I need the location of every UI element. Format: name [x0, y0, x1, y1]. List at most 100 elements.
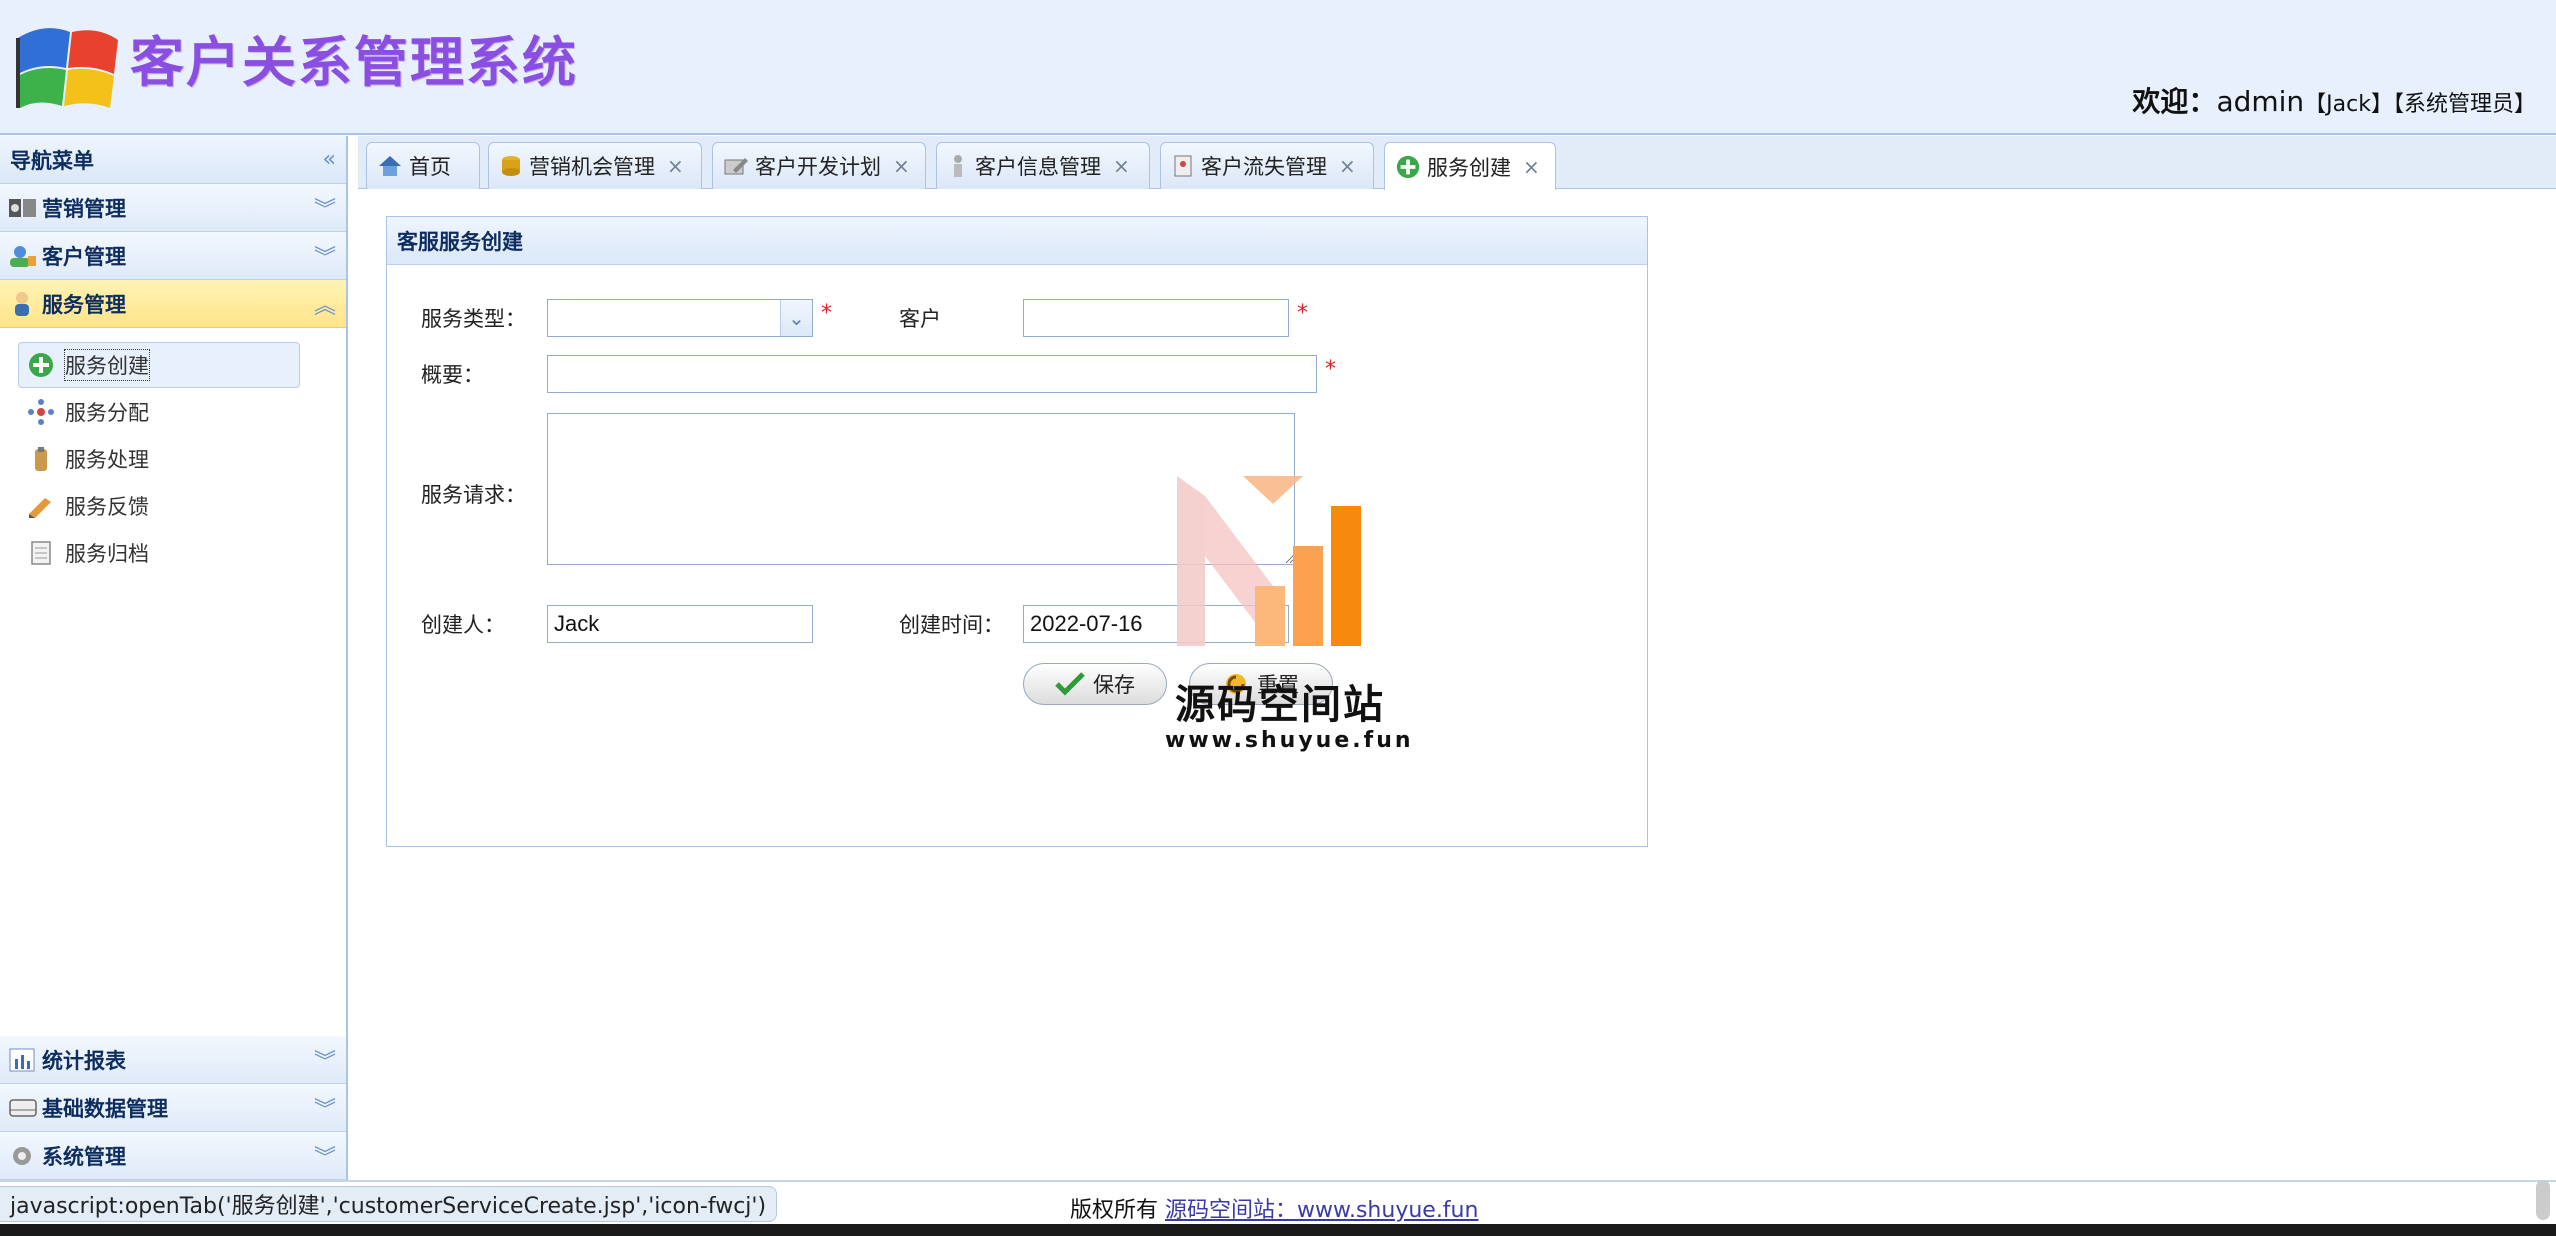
service-type-select[interactable]: ⌄ [547, 299, 813, 337]
card-icon [1174, 155, 1192, 177]
feedback-icon [29, 498, 51, 518]
submenu-service-process-label: 服务处理 [65, 448, 149, 472]
submenu-service-archive[interactable]: 服务归档 [18, 530, 300, 576]
close-icon[interactable]: × [667, 154, 684, 178]
display-name: 【Jack】 [2304, 92, 2393, 117]
add-circle-icon [29, 353, 53, 377]
submenu-service-archive-label: 服务归档 [65, 542, 149, 566]
app-title: 客户关系管理系统 [130, 30, 578, 94]
section-basic-data-label: 基础数据管理 [42, 1096, 168, 1121]
main-content: 首页 营销机会管理 × 客户开发计划 × 客户信息管理 × 客户流失管理 × 服… [358, 136, 2556, 1180]
customer-input[interactable] [1023, 299, 1289, 337]
tab-service-create[interactable]: 服务创建 × [1384, 142, 1556, 190]
double-chevron-up-icon: ︽ [313, 293, 336, 319]
double-chevron-down-icon: ︾ [313, 197, 336, 223]
tab-dev-plan[interactable]: 客户开发计划 × [712, 142, 926, 189]
section-service[interactable]: 服务管理 ︽ [0, 280, 346, 328]
tab-customer-loss[interactable]: 客户流失管理 × [1160, 142, 1374, 189]
app-header: 客户关系管理系统 欢迎：admin【Jack】【系统管理员】 [0, 0, 2556, 135]
tab-home[interactable]: 首页 [366, 142, 480, 189]
user-role: 【系统管理员】 [2392, 92, 2536, 117]
gear-icon [13, 1146, 31, 1165]
submenu-service-process[interactable]: 服务处理 [18, 436, 300, 482]
coins-icon [502, 156, 520, 176]
created-time-label: 创建时间： [899, 613, 1004, 637]
chevron-down-icon[interactable]: ⌄ [780, 300, 812, 336]
summary-label: 概要： [421, 363, 484, 387]
double-chevron-down-icon: ︾ [313, 1097, 336, 1123]
process-icon [35, 447, 47, 471]
copyright-link[interactable]: 源码空间站：www.shuyue.fun [1165, 1198, 1478, 1223]
tab-home-label: 首页 [409, 155, 451, 179]
section-basic-data[interactable]: 基础数据管理 ︾ [0, 1084, 346, 1132]
panel-title: 客服服务创建 [387, 217, 1647, 265]
info-person-icon [954, 155, 962, 177]
creator-label: 创建人： [421, 613, 505, 637]
double-chevron-down-icon: ︾ [313, 1145, 336, 1171]
tab-dev-plan-label: 客户开发计划 [755, 155, 881, 179]
username: admin [2216, 85, 2305, 118]
service-submenu: 服务创建 服务分配 服务处理 服务反馈 服务归档 [0, 328, 346, 576]
creator-input[interactable] [547, 605, 813, 643]
check-icon [1055, 672, 1085, 696]
section-system-label: 系统管理 [42, 1144, 126, 1169]
watermark-url: www.shuyue.fun [1165, 728, 1414, 753]
app-logo-icon [16, 28, 118, 108]
tab-marketing-chance-label: 营销机会管理 [529, 155, 655, 179]
close-icon[interactable]: × [1339, 154, 1356, 178]
section-marketing[interactable]: 营销管理 ︾ [0, 184, 346, 232]
section-report-label: 统计报表 [42, 1048, 126, 1073]
submenu-service-assign[interactable]: 服务分配 [18, 389, 300, 435]
close-icon[interactable]: × [893, 154, 910, 178]
tab-customer-info[interactable]: 客户信息管理 × [936, 142, 1150, 189]
service-type-label: 服务类型： [421, 307, 526, 331]
nav-menu-header: 导航菜单 « [0, 136, 346, 184]
welcome-text: 欢迎：admin【Jack】【系统管理员】 [2132, 80, 2536, 120]
edit-icon [724, 158, 748, 175]
close-icon[interactable]: × [1113, 154, 1130, 178]
customer-icon [10, 245, 36, 267]
chart-icon [9, 1048, 35, 1071]
submenu-service-feedback-label: 服务反馈 [65, 495, 149, 519]
welcome-prefix: 欢迎： [2132, 85, 2217, 118]
save-button[interactable]: 保存 [1023, 663, 1167, 705]
section-customer-label: 客户管理 [42, 244, 126, 269]
service-icon [15, 291, 29, 316]
submenu-service-create-label: 服务创建 [64, 349, 150, 381]
home-icon [379, 156, 401, 176]
service-create-panel: 客服服务创建 服务类型： ⌄ * 客户 * 概要： * 服务请求： 创建人： 创… [386, 216, 1648, 847]
tab-customer-info-label: 客户信息管理 [975, 155, 1101, 179]
tab-marketing-chance[interactable]: 营销机会管理 × [488, 142, 702, 189]
section-report[interactable]: 统计报表 ︾ [0, 1036, 346, 1084]
submenu-service-create[interactable]: 服务创建 [18, 342, 300, 388]
tab-service-create-label: 服务创建 [1427, 155, 1511, 180]
copyright: 版权所有 源码空间站：www.shuyue.fun [1070, 1192, 1478, 1224]
section-customer[interactable]: 客户管理 ︾ [0, 232, 346, 280]
sidebar: 导航菜单 « 营销管理 ︾ 客户管理 ︾ 服务管理 ︽ 服务创建 服务分配 服务… [0, 136, 348, 1180]
save-button-label: 保存 [1093, 673, 1135, 697]
scrollbar-thumb[interactable] [2536, 1180, 2550, 1220]
add-circle-icon [1396, 155, 1420, 178]
section-system[interactable]: 系统管理 ︾ [0, 1132, 346, 1180]
nav-menu-title: 导航菜单 [10, 148, 94, 173]
submenu-service-assign-label: 服务分配 [65, 401, 149, 425]
customer-label: 客户 [899, 307, 941, 331]
database-icon [9, 1098, 37, 1117]
copyright-prefix: 版权所有 [1070, 1198, 1159, 1223]
tab-bar: 首页 营销机会管理 × 客户开发计划 × 客户信息管理 × 客户流失管理 × 服… [358, 136, 2556, 190]
service-request-label: 服务请求： [421, 483, 526, 507]
submenu-service-feedback[interactable]: 服务反馈 [18, 483, 300, 529]
document-icon [31, 541, 51, 565]
double-chevron-left-icon[interactable]: « [323, 147, 336, 172]
tab-customer-loss-label: 客户流失管理 [1201, 155, 1327, 179]
marketing-icon [9, 198, 36, 217]
required-mark: * [821, 301, 832, 326]
watermark-title: 源码空间站 [1175, 682, 1385, 728]
double-chevron-down-icon: ︾ [313, 245, 336, 271]
section-service-label: 服务管理 [42, 292, 126, 317]
close-icon[interactable]: × [1523, 155, 1540, 179]
assign-icon [28, 399, 54, 425]
section-marketing-label: 营销管理 [42, 196, 126, 221]
required-mark: * [1325, 357, 1336, 382]
summary-input[interactable] [547, 355, 1317, 393]
